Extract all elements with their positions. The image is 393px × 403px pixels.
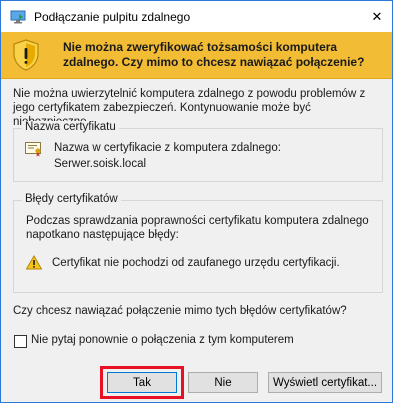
certificate-name-group: Nazwa certyfikatu Nazwa w certyfikacie z… xyxy=(13,121,383,182)
view-certificate-button[interactable]: Wyświetl certyfikat... xyxy=(268,372,382,393)
warning-headline: Nie można zweryfikować tożsamości komput… xyxy=(63,40,365,69)
error-item: Certyfikat nie pochodzi od zaufanego urz… xyxy=(52,257,340,269)
warning-shield-icon xyxy=(13,39,39,71)
rdp-dialog-window: Podłączanie pulpitu zdalnego ✕ Nie można… xyxy=(0,0,393,403)
errors-description: Podczas sprawdzania poprawności certyfik… xyxy=(26,215,369,241)
remote-desktop-icon xyxy=(10,10,26,24)
close-icon: ✕ xyxy=(371,8,383,24)
warning-banner: Nie można zweryfikować tożsamości komput… xyxy=(1,32,392,79)
certificate-name-value: Serwer.soisk.local xyxy=(54,158,147,170)
certificate-group-legend: Nazwa certyfikatu xyxy=(22,121,119,133)
certificate-errors-group: Błędy certyfikatów Podczas sprawdzania p… xyxy=(13,193,383,293)
certificate-icon xyxy=(25,142,41,157)
window-title: Podłączanie pulpitu zdalnego xyxy=(34,10,191,24)
close-button[interactable]: ✕ xyxy=(362,1,392,32)
connect-question: Czy chcesz nawiązać połączenie mimo tych… xyxy=(13,305,347,317)
dont-ask-again-label[interactable]: Nie pytaj ponownie o połączenia z tym ko… xyxy=(31,334,294,346)
yes-button[interactable]: Tak xyxy=(107,372,177,393)
errors-group-legend: Błędy certyfikatów xyxy=(22,193,121,205)
certificate-name-label: Nazwa w certyfikacie z komputera zdalneg… xyxy=(54,142,281,154)
button-bar: Tak Nie Wyświetl certyfikat... xyxy=(1,360,392,402)
dont-ask-again-checkbox[interactable] xyxy=(14,335,27,348)
warning-triangle-icon xyxy=(26,255,42,270)
no-button[interactable]: Nie xyxy=(188,372,258,393)
title-bar[interactable]: Podłączanie pulpitu zdalnego ✕ xyxy=(1,1,392,32)
